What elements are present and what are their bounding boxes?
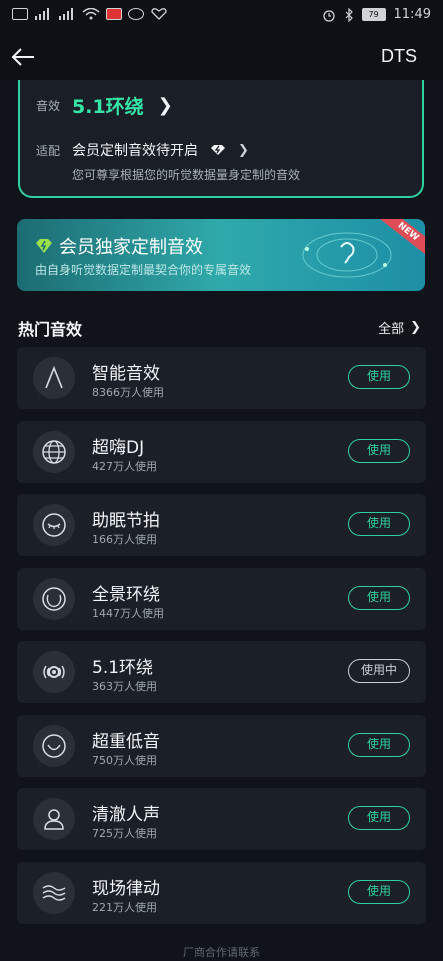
chevron-right-icon: ❯ bbox=[410, 320, 421, 335]
use-button[interactable]: 使用 bbox=[348, 585, 410, 610]
diamond-bolt-icon bbox=[36, 239, 52, 253]
member-promo-banner[interactable]: 会员独家定制音效 由自身听觉数据定制最契合你的专属音效 NEW bbox=[17, 219, 425, 291]
letter-a-icon bbox=[33, 357, 75, 399]
current-effect-value: 5.1环绕 bbox=[72, 96, 144, 118]
adapt-value: 会员定制音效待开启 bbox=[72, 143, 199, 159]
list-item[interactable]: 现场律动 221万人使用 使用 bbox=[17, 861, 426, 924]
effects-list: 智能音效 8366万人使用 使用 超嗨DJ 427万人使用 使用 助眠节拍 16… bbox=[17, 347, 426, 935]
signal-icon bbox=[59, 8, 73, 20]
ear-icon bbox=[302, 232, 392, 278]
section-title: 热门音效 bbox=[18, 320, 83, 339]
use-button[interactable]: 使用 bbox=[348, 806, 410, 830]
list-item[interactable]: 助眠节拍 166万人使用 使用 bbox=[17, 494, 426, 556]
effect-name: 助眠节拍 bbox=[92, 511, 160, 531]
list-item[interactable]: 智能音效 8366万人使用 使用 bbox=[17, 347, 426, 409]
wifi-icon bbox=[82, 8, 100, 20]
adapt-subtitle: 您可尊享根据您的听觉数据量身定制的音效 bbox=[72, 168, 301, 182]
effect-usage: 363万人使用 bbox=[92, 680, 157, 693]
use-button[interactable]: 使用 bbox=[348, 732, 410, 757]
in-use-button[interactable]: 使用中 bbox=[348, 659, 410, 683]
banner-title-row: 会员独家定制音效 bbox=[35, 233, 203, 259]
list-item[interactable]: 超重低音 750万人使用 使用 bbox=[17, 714, 426, 777]
effect-usage: 750万人使用 bbox=[92, 753, 157, 767]
list-item[interactable]: 清澈人声 725万人使用 使用 bbox=[17, 788, 426, 850]
view-all-link[interactable]: 全部 ❯ bbox=[378, 318, 421, 337]
bass-icon bbox=[33, 724, 75, 767]
clock: 11:49 bbox=[393, 7, 431, 22]
effect-usage: 166万人使用 bbox=[92, 533, 157, 546]
list-item[interactable]: 全景环绕 1447万人使用 使用 bbox=[17, 567, 426, 630]
chevron-right-icon: ❯ bbox=[157, 95, 173, 116]
alarm-icon bbox=[322, 9, 335, 22]
person-icon bbox=[33, 798, 75, 840]
adapt-label: 适配 bbox=[36, 143, 61, 158]
effect-name: 现场律动 bbox=[92, 878, 160, 899]
effect-name: 超重低音 bbox=[92, 731, 160, 752]
effect-usage: 725万人使用 bbox=[92, 827, 157, 840]
surround-icon bbox=[33, 577, 75, 620]
use-button[interactable]: 使用 bbox=[348, 879, 410, 904]
effect-usage: 1447万人使用 bbox=[92, 606, 164, 620]
wave-icon bbox=[33, 871, 75, 914]
effect-usage: 8366万人使用 bbox=[92, 386, 164, 399]
chevron-right-icon: ❯ bbox=[238, 142, 249, 158]
effect-label: 音效 bbox=[36, 99, 61, 113]
footer-text[interactable]: 厂商合作请联系 bbox=[0, 944, 443, 960]
signal-icon bbox=[35, 8, 49, 20]
bluetooth-icon bbox=[345, 7, 353, 22]
list-item[interactable]: 5.1环绕 363万人使用 使用中 bbox=[17, 641, 426, 703]
globe-icon bbox=[33, 430, 75, 473]
page-title: DTS bbox=[381, 46, 417, 66]
effect-name: 超嗨DJ bbox=[92, 437, 145, 458]
use-button[interactable]: 使用 bbox=[348, 512, 410, 536]
banner-title: 会员独家定制音效 bbox=[59, 237, 203, 258]
banner-subtitle: 由自身听觉数据定制最契合你的专属音效 bbox=[35, 263, 252, 277]
use-button[interactable]: 使用 bbox=[348, 438, 410, 463]
app-icon bbox=[106, 8, 122, 20]
list-item[interactable]: 超嗨DJ 427万人使用 使用 bbox=[17, 420, 426, 483]
top-bar: DTS bbox=[0, 34, 443, 80]
back-arrow-icon[interactable] bbox=[8, 42, 38, 72]
heart-icon bbox=[151, 8, 167, 20]
status-left-icons bbox=[12, 8, 168, 20]
effect-name: 清澈人声 bbox=[92, 805, 160, 825]
status-bar: 79 11:49 bbox=[0, 0, 443, 34]
effect-usage: 221万人使用 bbox=[92, 900, 157, 914]
diamond-icon bbox=[211, 145, 226, 155]
battery-icon: 79 bbox=[361, 8, 386, 21]
app-icon bbox=[128, 8, 144, 20]
status-right: 79 11:49 bbox=[322, 7, 431, 22]
effect-name: 5.1环绕 bbox=[92, 658, 154, 678]
effect-name: 全景环绕 bbox=[92, 584, 160, 605]
current-effect-row[interactable]: 音效 5.1环绕 ❯ bbox=[36, 92, 173, 119]
adapt-row[interactable]: 适配 会员定制音效待开启 ❯ bbox=[36, 140, 249, 160]
sleep-eye-icon bbox=[33, 504, 75, 546]
speaker-icon bbox=[33, 651, 75, 693]
hd-icon bbox=[12, 8, 28, 20]
view-all-label: 全部 bbox=[378, 322, 405, 337]
current-effect-card: 音效 5.1环绕 ❯ 适配 会员定制音效待开启 ❯ 您可尊享根据您的听觉数据量身… bbox=[18, 80, 424, 198]
effect-name: 智能音效 bbox=[92, 364, 160, 384]
use-button[interactable]: 使用 bbox=[348, 365, 410, 389]
effect-usage: 427万人使用 bbox=[92, 459, 157, 473]
